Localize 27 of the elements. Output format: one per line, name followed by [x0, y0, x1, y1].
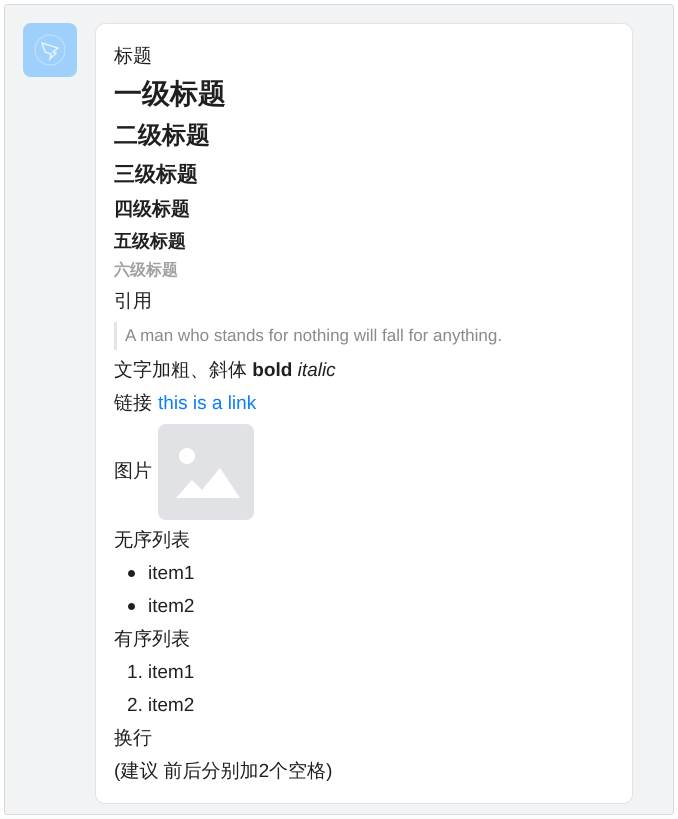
message-text: 文字加粗、斜体 bold italic — [114, 359, 336, 383]
bullet-icon — [128, 570, 135, 577]
avatar-icon — [23, 23, 77, 77]
heading: 一级标题 — [114, 77, 226, 111]
heading: 四级标题 — [114, 198, 190, 222]
heading: 二级标题 — [114, 121, 210, 151]
heading: 五级标题 — [114, 230, 186, 253]
list-item: item1 — [148, 661, 194, 685]
list-number: 2. — [127, 694, 143, 718]
message-text: 引用 — [114, 290, 152, 314]
heading: 六级标题 — [114, 260, 178, 281]
blockquote: A man who stands for nothing will fall for anything. — [114, 322, 502, 350]
list-item: item2 — [148, 595, 194, 619]
link[interactable]: this is a link — [158, 387, 256, 420]
image-placeholder-icon — [158, 424, 254, 520]
bullet-icon — [128, 603, 135, 610]
link-label: 链接 — [114, 392, 152, 416]
list-item: item1 — [148, 562, 194, 586]
message-text: 有序列表 — [114, 628, 190, 652]
list-number: 1. — [127, 661, 143, 685]
message-text: 换行 — [114, 727, 152, 751]
list-item: item2 — [148, 694, 194, 718]
image-label: 图片 — [114, 460, 152, 484]
message-text: 无序列表 — [114, 529, 190, 553]
heading: 三级标题 — [114, 162, 198, 188]
message-text: 标题 — [114, 45, 152, 69]
message-text: (建议 前后分别加2个空格) — [114, 760, 332, 784]
